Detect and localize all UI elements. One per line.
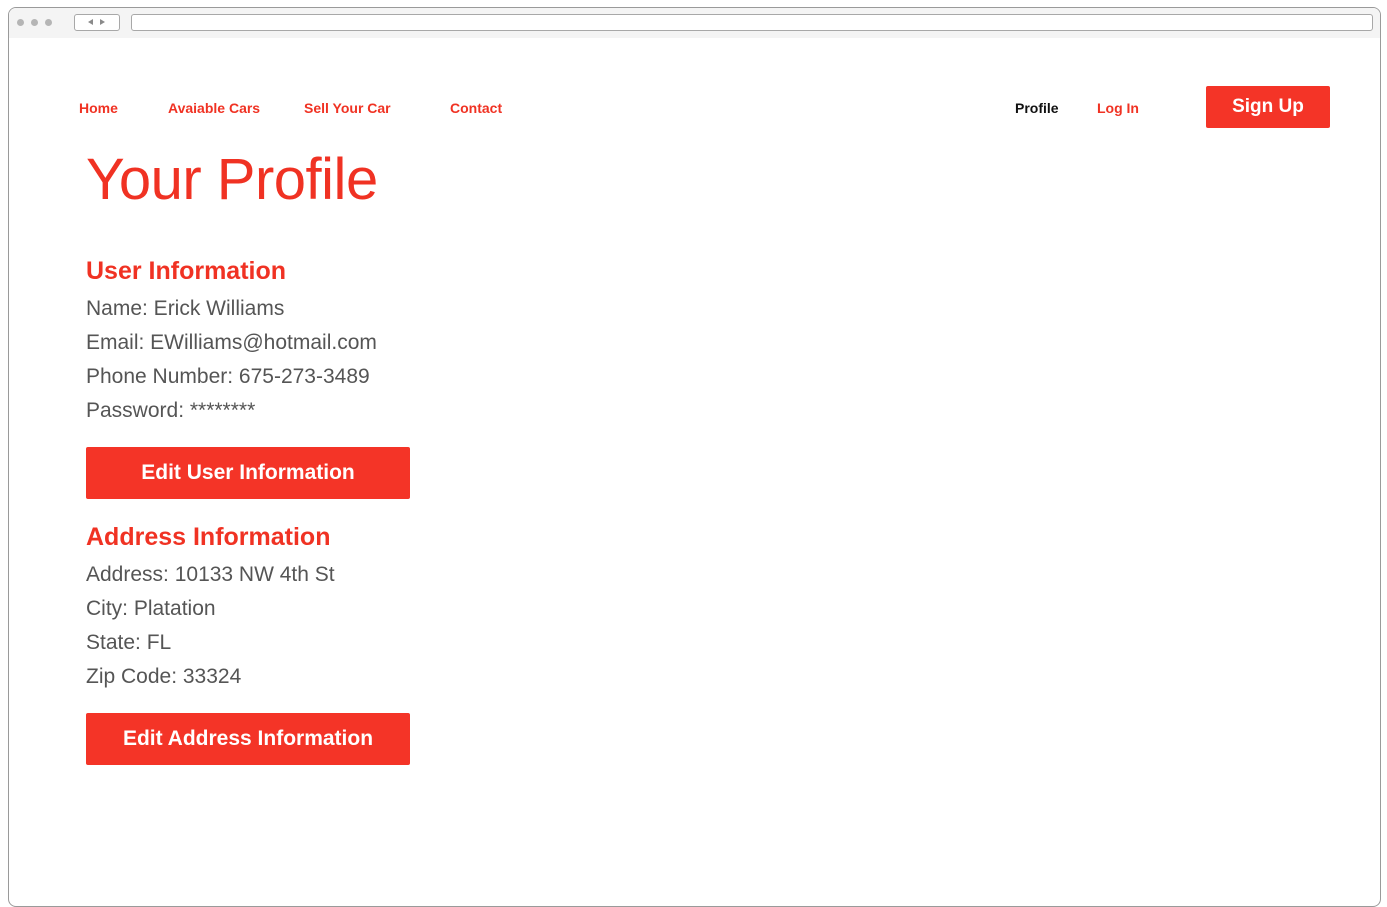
page-title: Your Profile [86, 147, 378, 212]
user-email-text: Email: EWilliams@hotmail.com [86, 331, 377, 354]
address-street-text: Address: 10133 NW 4th St [86, 563, 335, 586]
nav-available-cars-link[interactable]: Avaiable Cars [168, 100, 260, 116]
back-forward-buttons[interactable] [74, 14, 120, 31]
address-information-section: Address Information Address: 10133 NW 4t… [86, 523, 410, 765]
nav-contact-link[interactable]: Contact [450, 100, 502, 116]
back-arrow-icon[interactable] [88, 19, 93, 25]
address-bar[interactable] [131, 14, 1373, 31]
window-close-dot[interactable] [17, 19, 24, 26]
sign-up-button[interactable]: Sign Up [1206, 86, 1330, 128]
user-information-heading: User Information [86, 257, 287, 285]
browser-toolbar [9, 8, 1380, 38]
browser-window: Home Avaiable Cars Sell Your Car Contact… [8, 7, 1381, 907]
window-minimize-dot[interactable] [31, 19, 38, 26]
address-state-text: State: FL [86, 631, 172, 654]
user-name-text: Name: Erick Williams [86, 297, 285, 320]
nav-sell-your-car-link[interactable]: Sell Your Car [304, 100, 391, 116]
user-phone-text: Phone Number: 675-273-3489 [86, 365, 370, 388]
edit-address-information-button[interactable]: Edit Address Information [86, 713, 410, 765]
address-city-text: City: Platation [86, 597, 216, 620]
user-password-text: Password: ******** [86, 399, 256, 422]
window-maximize-dot[interactable] [45, 19, 52, 26]
nav-profile-link[interactable]: Profile [1015, 100, 1059, 116]
nav-home-link[interactable]: Home [79, 100, 118, 116]
forward-arrow-icon[interactable] [100, 19, 105, 25]
address-information-heading: Address Information [86, 523, 331, 551]
page-content: Home Avaiable Cars Sell Your Car Contact… [9, 38, 1380, 906]
user-information-section: User Information Name: Erick Williams Em… [86, 257, 410, 499]
nav-log-in-link[interactable]: Log In [1097, 100, 1139, 116]
address-zip-text: Zip Code: 33324 [86, 665, 242, 688]
edit-user-information-button[interactable]: Edit User Information [86, 447, 410, 499]
